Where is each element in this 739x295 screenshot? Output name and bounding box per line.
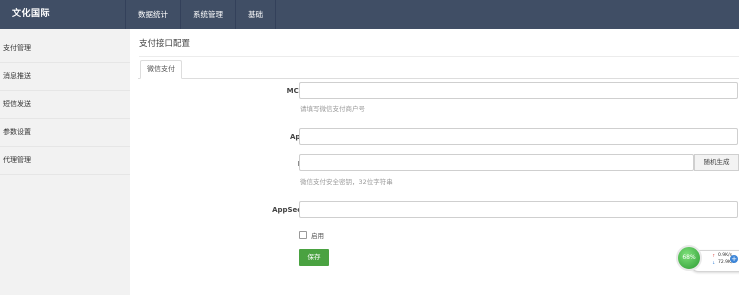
top-nav: 数据统计 系统管理 基础 xyxy=(125,0,276,29)
mchid-help: 请填写微信支付商户号 xyxy=(300,105,365,113)
generate-key-button[interactable]: 随机生成 xyxy=(694,154,739,171)
top-navbar: 文化国际 数据统计 系统管理 基础 xyxy=(0,0,739,29)
nav-item-statistics[interactable]: 数据统计 xyxy=(125,0,180,29)
sidebar-item-push[interactable]: 消息推送 xyxy=(0,63,130,91)
enable-checkbox[interactable] xyxy=(299,231,307,239)
upload-arrow-icon: ↑ xyxy=(712,253,716,258)
download-arrow-icon: ↓ xyxy=(712,260,716,265)
key-help: 微信支付安全密钥，32位字符串 xyxy=(300,178,393,186)
plus-icon[interactable]: + xyxy=(730,255,738,263)
appsecret-input[interactable] xyxy=(299,201,738,218)
speed-gauge[interactable]: 68% xyxy=(676,245,702,271)
nav-item-system[interactable]: 系统管理 xyxy=(180,0,235,29)
title-divider xyxy=(139,56,739,57)
sidebar-item-payment[interactable]: 支付管理 xyxy=(0,35,130,63)
appid-input[interactable] xyxy=(299,128,738,145)
main-content: 支付接口配置 微信支付 MCHID 请填写微信支付商户号 AppId KEY 随… xyxy=(130,29,739,295)
tab-wechat-pay[interactable]: 微信支付 xyxy=(140,60,182,79)
sidebar-item-sms[interactable]: 短信发送 xyxy=(0,91,130,119)
sidebar: 支付管理 消息推送 短信发送 参数设置 代理管理 xyxy=(0,29,130,295)
sidebar-item-params[interactable]: 参数设置 xyxy=(0,119,130,147)
brand-logo[interactable]: 文化国际 xyxy=(0,0,125,29)
network-speed-widget[interactable]: ↑ 0.9K/s ↓ 72.9K/s 68% + xyxy=(676,245,739,272)
sidebar-item-agent[interactable]: 代理管理 xyxy=(0,147,130,175)
nav-item-basic[interactable]: 基础 xyxy=(235,0,276,29)
tab-bar: 微信支付 xyxy=(138,60,739,79)
page-title: 支付接口配置 xyxy=(139,39,191,49)
mchid-input[interactable] xyxy=(299,82,738,99)
key-input[interactable] xyxy=(299,154,694,171)
enable-label[interactable]: 启用 xyxy=(311,230,324,240)
save-button[interactable]: 保存 xyxy=(299,249,329,266)
